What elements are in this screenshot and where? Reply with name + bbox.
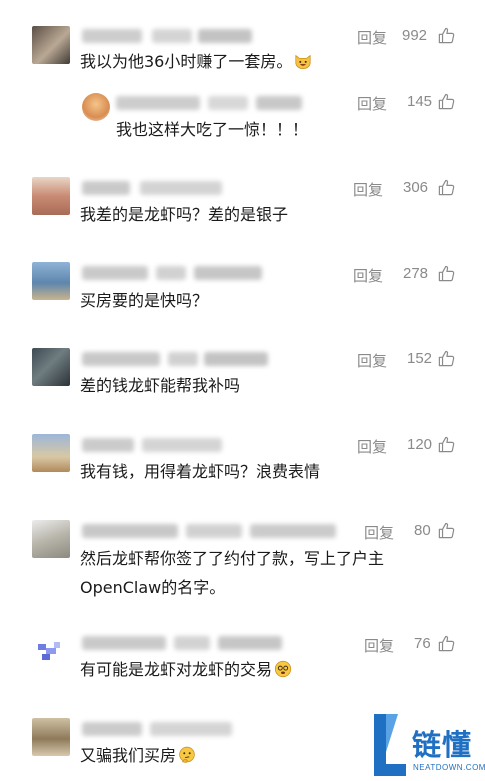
- thumbs-up-icon[interactable]: [437, 92, 456, 111]
- username-blurred[interactable]: [82, 722, 232, 736]
- like-count: 278: [403, 265, 429, 282]
- reply-button[interactable]: 回复: [364, 635, 394, 656]
- watermark-chinese: 链懂: [412, 728, 473, 762]
- avatar[interactable]: [32, 718, 70, 756]
- comment-text: 然后龙虾帮你签了了约付了款，写上了户主 OpenClaw的名字。: [80, 549, 385, 597]
- like-count: 152: [407, 350, 433, 367]
- comment-text: 买房要的是快吗？: [80, 291, 209, 310]
- thumbs-up-icon[interactable]: [437, 264, 456, 283]
- reply-button[interactable]: 回复: [353, 179, 383, 200]
- dizzy-face-emoji: [274, 660, 292, 678]
- comment-text: 我差的是龙虾吗？差的是银子: [80, 205, 289, 224]
- comment-text: 我有钱，用得着龙虾吗？浪费表情: [80, 462, 321, 481]
- logo-l-icon: [374, 714, 406, 776]
- reply-button[interactable]: 回复: [357, 436, 387, 457]
- thinking-face-emoji: [179, 746, 195, 764]
- username-blurred[interactable]: [82, 181, 222, 195]
- avatar[interactable]: [82, 93, 110, 121]
- like-count: 120: [407, 436, 433, 453]
- username-blurred[interactable]: [82, 266, 262, 280]
- comment-text: 我以为他36小时赚了一套房。: [80, 48, 312, 75]
- thumbs-up-icon[interactable]: [437, 349, 456, 368]
- reply-button[interactable]: 回复: [353, 265, 383, 286]
- avatar[interactable]: [32, 434, 70, 472]
- username-blurred[interactable]: [82, 524, 336, 538]
- username-blurred[interactable]: [82, 352, 268, 366]
- comment-text: 又骗我们买房: [80, 742, 196, 769]
- avatar[interactable]: [32, 632, 70, 670]
- like-count: 145: [407, 93, 433, 110]
- username-blurred[interactable]: [116, 96, 302, 110]
- username-blurred[interactable]: [82, 438, 222, 452]
- thumbs-up-icon[interactable]: [437, 634, 456, 653]
- like-count: 76: [414, 635, 431, 652]
- reply-button[interactable]: 回复: [357, 93, 387, 114]
- username-blurred[interactable]: [82, 636, 282, 650]
- watermark-logo: 链懂 NEATDOWN.COM: [368, 706, 485, 781]
- thumbs-up-icon[interactable]: [437, 521, 456, 540]
- watermark-english: NEATDOWN.COM: [413, 763, 485, 772]
- avatar[interactable]: [32, 262, 70, 300]
- reply-button[interactable]: 回复: [357, 27, 387, 48]
- thumbs-up-icon[interactable]: [437, 26, 456, 45]
- avatar[interactable]: [32, 26, 70, 64]
- like-count: 992: [402, 27, 428, 44]
- avatar[interactable]: [32, 520, 70, 558]
- comment-text: 差的钱龙虾能帮我补吗: [80, 376, 241, 395]
- avatar[interactable]: [32, 177, 70, 215]
- comment-text: 我也这样大吃了一惊！！！: [116, 120, 309, 139]
- reply-button[interactable]: 回复: [364, 522, 394, 543]
- avatar[interactable]: [32, 348, 70, 386]
- username-blurred[interactable]: [82, 29, 252, 43]
- thumbs-up-icon[interactable]: [437, 435, 456, 454]
- pixel-avatar-icon: [38, 642, 60, 660]
- grinning-cat-emoji: [295, 54, 311, 70]
- like-count: 306: [403, 179, 429, 196]
- reply-button[interactable]: 回复: [357, 350, 387, 371]
- like-count: 80: [414, 522, 431, 539]
- comment-text: 有可能是龙虾对龙虾的交易: [80, 656, 292, 683]
- thumbs-up-icon[interactable]: [437, 178, 456, 197]
